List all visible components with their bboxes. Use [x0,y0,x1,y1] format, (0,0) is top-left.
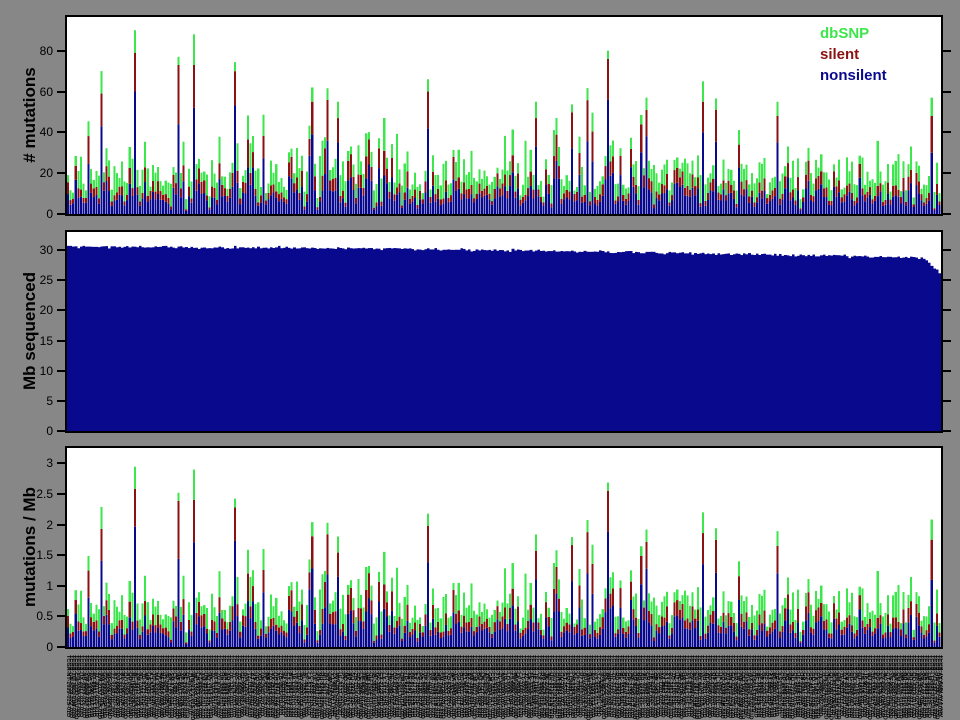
legend-item-silent: silent [820,44,887,65]
y-tick-label: 2 [0,517,53,533]
y-tick-left [57,462,65,464]
y-tick-right [943,249,951,251]
y-tick-label: 40 [0,124,53,140]
legend: dbSNP silent nonsilent [820,23,887,86]
mutation-counts-bars-canvas [67,17,941,214]
y-tick-label: 0 [0,423,53,439]
mutation-rate-bars-canvas [67,448,941,647]
y-tick-right [943,309,951,311]
y-tick-right [943,279,951,281]
y-tick-label: 0 [0,639,53,655]
y-tick-left [57,493,65,495]
legend-item-nonsilent: nonsilent [820,65,887,86]
y-tick-right [943,370,951,372]
y-tick-label: 1 [0,578,53,594]
y-tick-left [57,131,65,133]
y-tick-label: 2.5 [0,486,53,502]
y-tick-left [57,524,65,526]
y-tick-left [57,249,65,251]
y-tick-label: 15 [0,333,53,349]
legend-item-dbsnp: dbSNP [820,23,887,44]
y-tick-label: 0 [0,206,53,222]
y-tick-label: 3 [0,455,53,471]
y-tick-left [57,370,65,372]
y-tick-right [943,172,951,174]
y-tick-right [943,91,951,93]
y-tick-left [57,309,65,311]
y-tick-left [57,585,65,587]
y-tick-label: 20 [0,165,53,181]
y-tick-label: 5 [0,393,53,409]
y-tick-left [57,91,65,93]
y-tick-right [943,340,951,342]
y-tick-left [57,279,65,281]
y-tick-label: 0.5 [0,608,53,624]
y-tick-label: 80 [0,43,53,59]
panel-mutation-counts [65,15,943,216]
y-tick-right [943,430,951,432]
y-tick-left [57,172,65,174]
y-tick-label: 30 [0,242,53,258]
panel-mb-sequenced [65,230,943,433]
y-tick-left [57,554,65,556]
y-tick-label: 60 [0,84,53,100]
y-tick-left [57,213,65,215]
mb-sequenced-bars-canvas [67,232,941,431]
y-tick-label: 10 [0,363,53,379]
mutation-rate-figure: # mutations Mb sequenced mutations / Mb … [0,0,960,720]
y-tick-right [943,131,951,133]
y-tick-label: 25 [0,272,53,288]
y-tick-right [943,50,951,52]
y-tick-left [57,340,65,342]
y-tick-right [943,213,951,215]
panel-mutation-rate [65,446,943,649]
y-tick-label: 1.5 [0,547,53,563]
y-axis-label-mutation-counts: # mutations [20,5,40,225]
sample-labels-canvas [64,654,943,720]
y-tick-label: 20 [0,302,53,318]
y-tick-left [57,50,65,52]
y-tick-left [57,400,65,402]
y-tick-left [57,646,65,648]
y-tick-right [943,400,951,402]
y-tick-left [57,615,65,617]
y-tick-left [57,430,65,432]
